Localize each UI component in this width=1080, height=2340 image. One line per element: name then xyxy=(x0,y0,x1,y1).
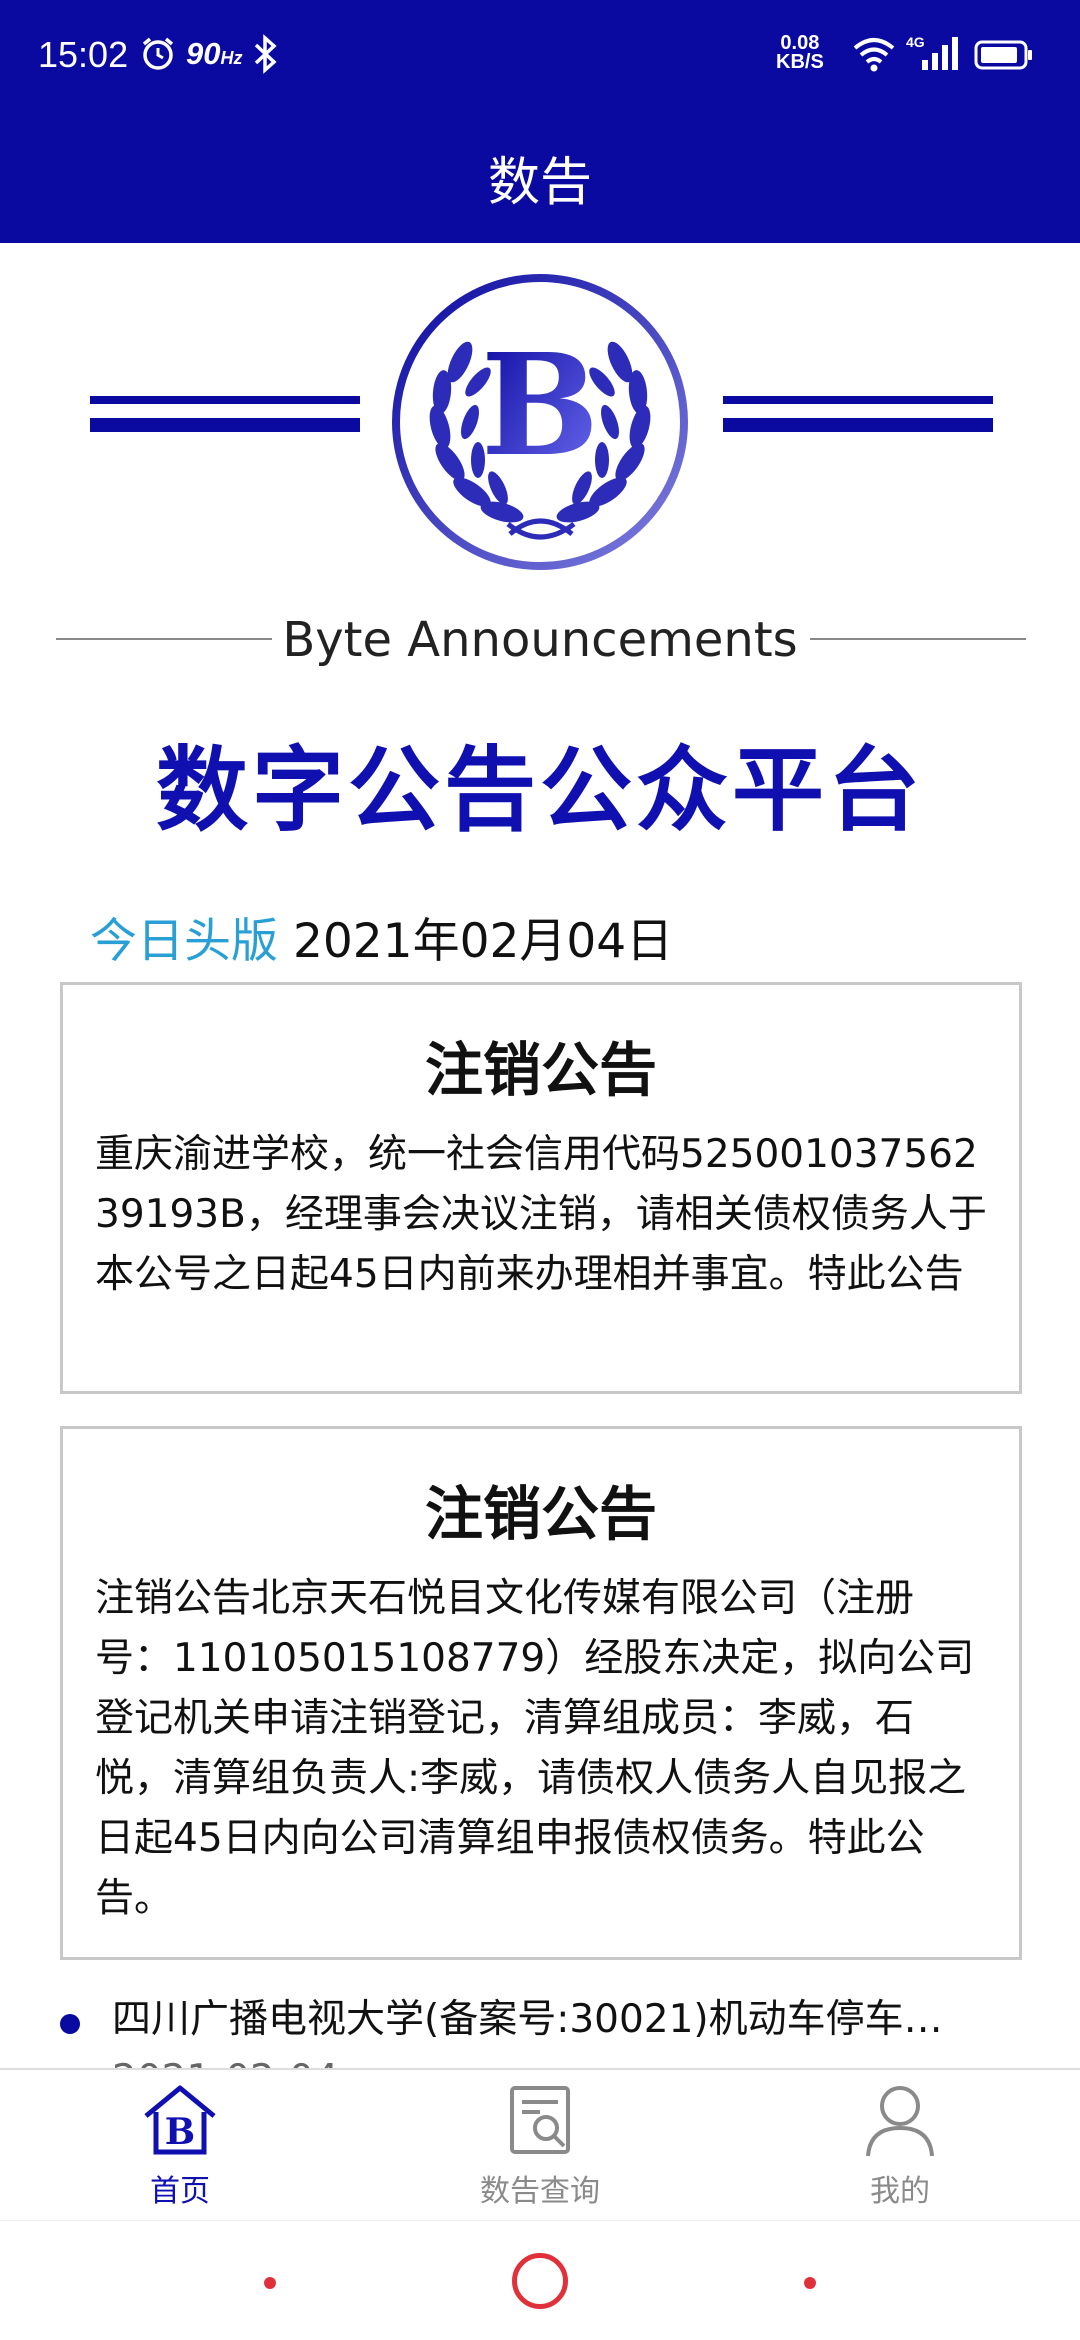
nav-query-label: 数告查询 xyxy=(480,2174,600,2209)
announcement-title: 注销公告 xyxy=(424,1480,657,1548)
back-icon[interactable] xyxy=(264,2277,276,2289)
user-icon xyxy=(866,2086,934,2157)
nav-home[interactable]: B 首页 xyxy=(60,2080,300,2220)
recents-icon[interactable] xyxy=(804,2277,816,2289)
app-title: 数告 xyxy=(487,153,592,213)
document-search-icon xyxy=(510,2086,570,2154)
status-time: 15:02 xyxy=(38,34,129,75)
nav-mine[interactable]: 我的 xyxy=(780,2080,1020,2220)
bullet-icon xyxy=(60,2014,80,2034)
tagline-divider-right xyxy=(810,638,1026,640)
svg-text:B: B xyxy=(481,324,599,488)
announcement-body: 注销公告北京天石悦目文化传媒有限公司（注册号：110105015108779）经… xyxy=(95,1576,975,1921)
alarm-icon xyxy=(142,37,174,70)
announcement-body: 重庆渝进学校，统一社会信用代码52500103756239193B，经理事会决议… xyxy=(95,1132,987,1297)
nav-query[interactable]: 数告查询 xyxy=(420,2080,660,2220)
home-button-icon[interactable] xyxy=(512,2253,568,2309)
nav-home-label: 首页 xyxy=(150,2174,210,2209)
bottom-nav: B 首页 数告查询 我的 xyxy=(0,2068,1080,2220)
tagline-row: Byte Announcements xyxy=(0,606,1080,676)
today-date: 2021年02月04日 xyxy=(292,914,674,969)
wifi-icon xyxy=(853,38,895,72)
list-item-title: 四川广播电视大学(备案号:30021)机动车停车… xyxy=(112,1997,943,2042)
laurel-emblem-icon: B xyxy=(392,274,688,570)
announcement-title: 注销公告 xyxy=(424,1036,657,1104)
bluetooth-icon xyxy=(254,34,277,74)
platform-title: 数字公告公众平台 xyxy=(155,737,924,844)
refresh-rate: 90Hz xyxy=(186,36,243,71)
signal-icon xyxy=(922,37,958,70)
decorative-lines-left xyxy=(90,396,360,432)
announcement-card[interactable]: 注销公告 注销公告北京天石悦目文化传媒有限公司（注册号：110105015108… xyxy=(60,1426,1022,1960)
network-speed: 0.08 KB/S xyxy=(776,32,824,73)
today-headline: 今日头版 2021年02月04日 xyxy=(90,902,673,971)
decorative-lines-right xyxy=(723,396,993,432)
nav-mine-label: 我的 xyxy=(870,2174,930,2209)
svg-text:B: B xyxy=(165,2111,195,2153)
home-icon: B xyxy=(144,2085,216,2155)
tagline: Byte Announcements xyxy=(282,612,798,668)
status-bar: 15:02 90Hz 0.08 KB/S 4G xyxy=(0,0,1080,110)
list-item[interactable]: 四川广播电视大学(备案号:30021)机动车停车… 2021-02-04 xyxy=(56,1990,1056,2080)
battery-icon xyxy=(974,40,1032,70)
system-nav-bar xyxy=(0,2220,1080,2340)
today-label: 今日头版 xyxy=(90,914,278,969)
top-bar: 15:02 90Hz 0.08 KB/S 4G 数告 xyxy=(0,0,1080,243)
announcement-card[interactable]: 注销公告 重庆渝进学校，统一社会信用代码52500103756239193B，经… xyxy=(60,982,1022,1394)
logo-area: B xyxy=(0,260,1080,580)
